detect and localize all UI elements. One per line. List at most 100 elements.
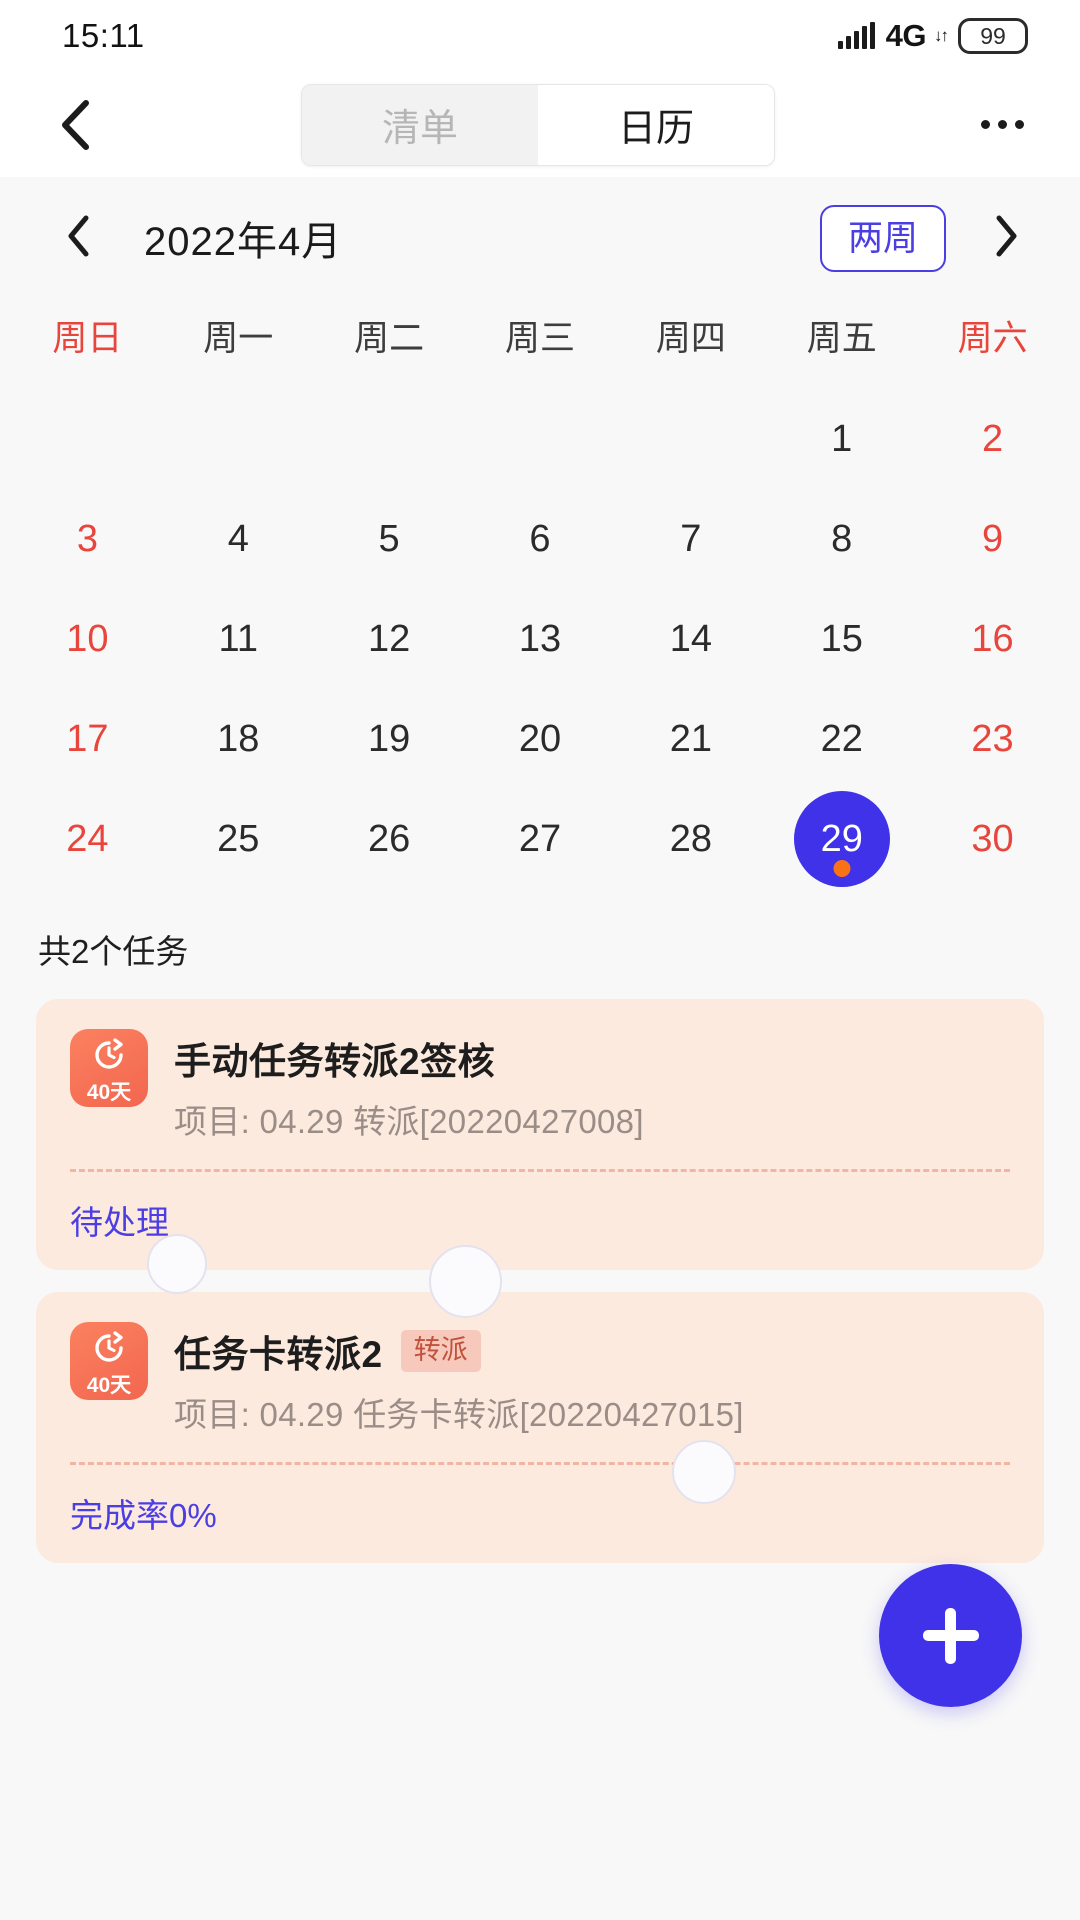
chevron-left-icon (65, 214, 91, 263)
calendar-day-cell[interactable]: 18 (163, 689, 314, 789)
calendar-day-number (343, 397, 435, 481)
tab-list-view[interactable]: 清单 (302, 84, 538, 165)
calendar-day-number: 7 (680, 517, 702, 560)
task-subtitle: 项目: 04.29 转派[20220427008] (174, 1103, 644, 1140)
calendar-day-cell[interactable]: 20 (465, 689, 616, 789)
calendar-day-cell[interactable]: 26 (314, 789, 465, 889)
calendar-day-cell[interactable]: 24 (12, 789, 163, 889)
calendar-day-cell[interactable]: 11 (163, 589, 314, 689)
network-activity-icon: ↓↑ (934, 26, 949, 45)
task-badge: 转派 (400, 1330, 481, 1372)
next-month-button[interactable] (976, 208, 1036, 268)
calendar-day-number: 21 (669, 717, 712, 760)
task-card[interactable]: 40天 手动任务转派2签核 项目: 04.29 转派[20220427008] 待处理 (36, 999, 1044, 1270)
calendar-day-number: 22 (820, 717, 863, 760)
calendar-day-number: 12 (367, 617, 411, 660)
signal-bars-icon (837, 22, 875, 49)
calendar-day-number: 11 (218, 617, 258, 660)
calendar-day-cell[interactable]: 17 (12, 689, 163, 789)
clock-refresh-glyph (91, 1037, 127, 1078)
touch-indicator-circle (147, 1234, 207, 1294)
calendar-day-cell[interactable]: 5 (314, 489, 465, 589)
calendar-day-number: 1 (831, 417, 853, 460)
previous-month-button[interactable] (48, 208, 108, 268)
calendar-day-empty (12, 389, 163, 489)
calendar-day-number (192, 397, 284, 481)
calendar-day-cell[interactable]: 22 (766, 689, 917, 789)
network-type-label: 4G (885, 18, 927, 53)
clock-refresh-glyph (91, 1330, 127, 1371)
calendar-day-cell[interactable]: 13 (465, 589, 616, 689)
calendar-day-number: 6 (529, 517, 551, 560)
calendar-day-number: 20 (518, 717, 562, 760)
task-card-body: 任务卡转派2 转派 项目: 04.29 任务卡转派[20220427015] (174, 1322, 1010, 1436)
weekday-label-6: 周六 (957, 318, 1028, 358)
calendar-day-cell[interactable]: 8 (766, 489, 917, 589)
task-card-divider (70, 1462, 1010, 1465)
task-card-body: 手动任务转派2签核 项目: 04.29 转派[20220427008] (174, 1029, 1010, 1143)
calendar-day-cell[interactable]: 12 (314, 589, 465, 689)
calendar-day-cell[interactable]: 14 (615, 589, 766, 689)
calendar-day-empty (163, 389, 314, 489)
task-title: 任务卡转派2 (174, 1334, 383, 1375)
task-card[interactable]: 40天 任务卡转派2 转派 项目: 04.29 任务卡转派[20220427015] 完… (36, 1292, 1044, 1563)
calendar-day-number: 8 (831, 517, 853, 560)
calendar-day-number: 30 (971, 817, 1014, 860)
calendar-day-cell[interactable]: 25 (163, 789, 314, 889)
app-header: 清单 日历 (0, 72, 1080, 177)
calendar-day-number: 2 (981, 417, 1004, 460)
touch-indicator-circle (672, 1440, 736, 1504)
add-task-fab[interactable] (879, 1564, 1022, 1707)
calendar-day-cell[interactable]: 27 (465, 789, 616, 889)
calendar-day-cell[interactable]: 19 (314, 689, 465, 789)
calendar-day-cell[interactable]: 1 (766, 389, 917, 489)
weekday-header-row: 周日 周一 周二 周三 周四 周五 周六 (0, 299, 1080, 371)
weekday-label-2: 周二 (354, 318, 425, 358)
calendar-day-grid[interactable]: 1 2 3 4 5 6 7 8 9 10 11 12 13 14 15 16 17 18 19 20 21 22 23 24 2… (0, 389, 1080, 889)
calendar-day-number: 19 (367, 717, 411, 760)
calendar-day-cell[interactable]: 28 (615, 789, 766, 889)
calendar-day-cell[interactable]: 21 (615, 689, 766, 789)
back-button[interactable] (46, 96, 104, 154)
calendar-day-cell[interactable]: 15 (766, 589, 917, 689)
calendar-day-number: 5 (378, 517, 400, 560)
status-bar: 15:11 4G ↓↑ 99 (0, 0, 1080, 72)
calendar-day-number: 10 (66, 617, 109, 660)
calendar-day-number: 28 (669, 817, 712, 860)
calendar-month-title: 2022年4月 (144, 220, 343, 264)
task-card-header: 40天 手动任务转派2签核 项目: 04.29 转派[20220427008] (70, 1029, 1010, 1143)
calendar-day-empty (314, 389, 465, 489)
calendar-day-cell[interactable]: 16 (917, 589, 1068, 689)
calendar-month-header: 2022年4月 两周 (0, 177, 1080, 299)
calendar-day-empty (465, 389, 616, 489)
range-toggle-button[interactable]: 两周 (819, 204, 946, 272)
event-dot-icon (833, 860, 851, 877)
weekday-label-0: 周日 (52, 318, 123, 358)
calendar-day-cell[interactable]: 10 (12, 589, 163, 689)
calendar-day-cell[interactable]: 9 (917, 489, 1068, 589)
calendar-day-number: 9 (981, 517, 1004, 560)
view-mode-segmented-control[interactable]: 清单 日历 (301, 83, 775, 166)
calendar-day-cell[interactable]: 4 (163, 489, 314, 589)
calendar-day-number: 27 (518, 817, 562, 860)
weekday-label-4: 周四 (655, 318, 726, 358)
tab-calendar-view[interactable]: 日历 (538, 84, 774, 165)
calendar-day-number: 4 (227, 517, 249, 560)
calendar-day-number: 23 (971, 717, 1014, 760)
task-status: 完成率0% (70, 1497, 217, 1534)
more-options-button[interactable] (972, 96, 1032, 154)
weekday-label-1: 周一 (203, 318, 274, 358)
calendar-day-cell[interactable]: 3 (12, 489, 163, 589)
calendar-day-number: 13 (518, 617, 562, 660)
touch-indicator-circle (429, 1245, 502, 1318)
calendar-day-cell[interactable]: 7 (615, 489, 766, 589)
weekday-label-5: 周五 (806, 318, 877, 358)
calendar-day-cell[interactable]: 23 (917, 689, 1068, 789)
overflow-menu-icon-dot (980, 120, 990, 129)
calendar-day-cell[interactable]: 29 (766, 789, 917, 889)
calendar-day-cell[interactable]: 30 (917, 789, 1068, 889)
calendar-day-cell[interactable]: 6 (465, 489, 616, 589)
calendar-day-number: 24 (66, 817, 109, 860)
calendar-day-selected: 29 (793, 791, 890, 887)
calendar-day-cell[interactable]: 2 (917, 389, 1068, 489)
